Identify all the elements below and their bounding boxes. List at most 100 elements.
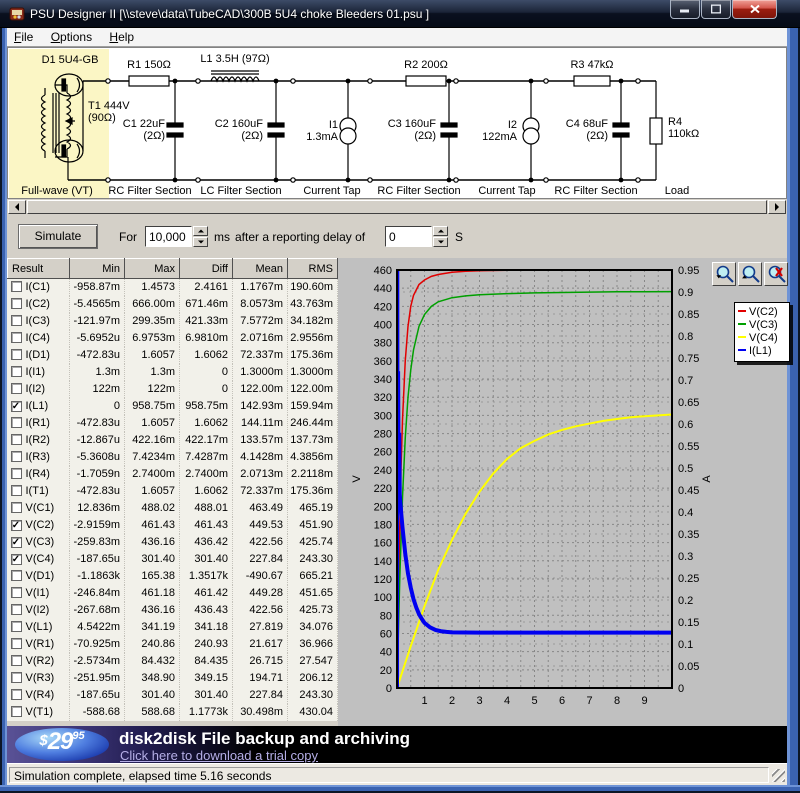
row-checkbox[interactable]: ✓ [11,537,22,548]
spin-up-icon[interactable] [193,226,208,236]
column-header-mean[interactable]: Mean [233,259,288,279]
schematic-scrollbar[interactable] [7,199,787,215]
label-i1: I1 1.3mA [286,119,338,143]
row-label: V(I1) [26,587,50,599]
label-r4: R4 110kΩ [668,116,699,140]
ad-banner[interactable]: $2995 disk2disk File backup and archivin… [7,726,787,763]
row-checkbox[interactable]: ✓ [11,520,22,531]
delay-spinner[interactable] [433,226,448,247]
row-checkbox[interactable] [11,366,22,377]
svg-text:260: 260 [374,447,392,459]
row-checkbox[interactable] [11,587,22,598]
svg-text:0: 0 [678,683,684,695]
table-row[interactable]: V(R4)-187.65u301.40301.40227.84243.30 [8,687,338,704]
svg-text:5: 5 [531,695,537,707]
row-checkbox[interactable] [11,434,22,445]
row-checkbox[interactable] [11,349,22,360]
column-header-max[interactable]: Max [125,259,180,279]
delay-input[interactable] [385,226,432,247]
row-checkbox[interactable] [11,332,22,343]
row-checkbox[interactable] [11,706,22,717]
scroll-left-arrow-icon[interactable] [8,200,26,214]
table-row[interactable]: I(R3)-5.3608u7.4234m7.4287m4.1428m4.3856… [8,449,338,466]
spin-down-icon[interactable] [193,237,208,247]
table-row[interactable]: I(R1)-472.83u1.60571.6062144.11m246.44m [8,415,338,432]
row-checkbox[interactable] [11,638,22,649]
column-header-diff[interactable]: Diff [180,259,233,279]
table-row[interactable]: ✓V(C4)-187.65u301.40301.40227.84243.30 [8,551,338,568]
row-checkbox[interactable] [11,655,22,666]
resize-grip-icon[interactable] [772,769,785,782]
table-row[interactable]: V(I2)-267.68m436.16436.43422.56425.73 [8,602,338,619]
table-row[interactable]: ✓I(L1)0958.75m958.75m142.93m159.94m [8,398,338,415]
row-checkbox[interactable] [11,570,22,581]
zoom-in-button[interactable] [738,262,762,286]
spin-up-icon[interactable] [433,226,448,236]
row-checkbox[interactable] [11,689,22,700]
row-checkbox[interactable] [11,315,22,326]
row-checkbox[interactable] [11,621,22,632]
psu-designer-window: PSU Designer II [\\steve\data\TubeCAD\30… [0,0,800,793]
duration-spinner[interactable] [193,226,208,247]
zoom-out-button[interactable] [712,262,736,286]
legend-color-dash [738,336,746,338]
table-row[interactable]: I(I1)1.3m1.3m01.3000m1.3000m [8,364,338,381]
row-checkbox[interactable] [11,502,22,513]
table-row[interactable]: V(C1)12.836m488.02488.01463.49465.19 [8,500,338,517]
row-checkbox[interactable]: ✓ [11,554,22,565]
menu-file[interactable]: File [7,28,40,47]
table-row[interactable]: I(C1)-958.87m1.45732.41611.1767m190.60m [8,279,338,296]
row-checkbox[interactable] [11,451,22,462]
table-row[interactable]: I(C4)-5.6952u6.9753m6.9810m2.0716m2.9556… [8,330,338,347]
row-checkbox[interactable] [11,468,22,479]
column-header-min[interactable]: Min [70,259,125,279]
row-checkbox[interactable] [11,485,22,496]
row-checkbox[interactable]: ✓ [11,401,22,412]
svg-text:120: 120 [374,574,392,586]
schematic-panel[interactable]: D1 5U4-GB T1 444V (90Ω) R1 150Ω L1 3.5H … [7,47,787,199]
menu-options[interactable]: Options [44,28,99,47]
menu-help[interactable]: Help [102,28,141,47]
column-header-result[interactable]: Result [8,259,70,279]
svg-text:420: 420 [374,301,392,313]
table-row[interactable]: V(T1)-588.68588.681.1773k30.498m430.04 [8,704,338,721]
table-row[interactable]: V(R1)-70.925m240.86240.9321.61736.966 [8,636,338,653]
row-checkbox[interactable] [11,383,22,394]
duration-input[interactable] [145,226,192,247]
close-button[interactable] [732,0,777,19]
svg-text:220: 220 [374,483,392,495]
table-row[interactable]: V(D1)-1.1863k165.381.3517k-490.67665.21 [8,568,338,585]
spin-down-icon[interactable] [433,237,448,247]
table-row[interactable]: I(D1)-472.83u1.60571.606272.337m175.36m [8,347,338,364]
svg-text:0.35: 0.35 [678,529,699,541]
row-checkbox[interactable] [11,417,22,428]
table-row[interactable]: I(T1)-472.83u1.60571.606272.337m175.36m [8,483,338,500]
zoom-reset-button[interactable] [764,262,788,286]
scrollbar-thumb[interactable] [27,200,767,214]
row-checkbox[interactable] [11,281,22,292]
row-checkbox[interactable] [11,672,22,683]
table-row[interactable]: ✓V(C2)-2.9159m461.43461.43449.53451.90 [8,517,338,534]
row-checkbox[interactable] [11,604,22,615]
column-header-rms[interactable]: RMS [288,259,338,279]
svg-text:180: 180 [374,519,392,531]
table-row[interactable]: I(R4)-1.7059n2.7400m2.7400m2.0713m2.2118… [8,466,338,483]
svg-text:0.15: 0.15 [678,617,699,629]
banner-download-link[interactable]: Click here to download a trial copy [120,748,318,763]
window-border-bottom [0,785,800,793]
minimize-button[interactable] [670,0,700,19]
row-checkbox[interactable] [11,298,22,309]
table-row[interactable]: ✓V(C3)-259.83m436.16436.42422.56425.74 [8,534,338,551]
scroll-right-arrow-icon[interactable] [768,200,786,214]
maximize-button[interactable] [701,0,731,19]
simulate-button[interactable]: Simulate [18,224,98,249]
table-row[interactable]: I(C3)-121.97m299.35m421.33m7.5772m34.182… [8,313,338,330]
table-row[interactable]: I(C2)-5.4565m666.00m671.46m8.0573m43.763… [8,296,338,313]
table-row[interactable]: V(R3)-251.95m348.90349.15194.71206.12 [8,670,338,687]
svg-text:0.5: 0.5 [678,463,693,475]
table-row[interactable]: I(I2)122m122m0122.00m122.00m [8,381,338,398]
table-row[interactable]: V(L1)4.5422m341.19341.1827.81934.076 [8,619,338,636]
table-row[interactable]: I(R2)-12.867u422.16m422.17m133.57m137.73… [8,432,338,449]
table-row[interactable]: V(R2)-2.5734m84.43284.43526.71527.547 [8,653,338,670]
table-row[interactable]: V(I1)-246.84m461.18461.42449.28451.65 [8,585,338,602]
